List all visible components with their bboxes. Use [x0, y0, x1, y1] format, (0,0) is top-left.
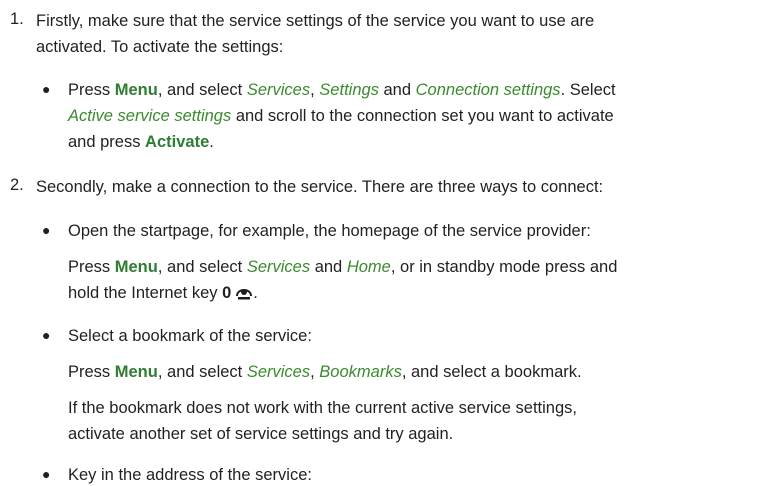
step1-bullet-line3: and press Activate. — [68, 133, 214, 151]
option-connection-settings: Connection settings — [415, 81, 561, 99]
step2-bullet2-note1: If the bookmark does not work with the c… — [68, 399, 577, 417]
step-number: 2. — [10, 176, 24, 194]
step1-bullet-line1: Press Menu, and select Services, Setting… — [68, 81, 616, 99]
internet-globe-icon — [235, 285, 253, 307]
step2-bullet1-line2: hold the Internet key 0. — [68, 282, 258, 307]
menu-key-label: Menu — [114, 363, 158, 381]
option-bookmarks: Bookmarks — [319, 363, 402, 381]
menu-key-label: Menu — [114, 258, 158, 276]
bullet-dot-icon: ● — [42, 466, 51, 482]
activate-key-label: Activate — [145, 133, 210, 151]
step2-bullet2-text: Select a bookmark of the service: — [68, 327, 312, 345]
option-services: Services — [246, 258, 311, 276]
bullet-dot-icon: ● — [42, 327, 51, 343]
menu-key-label: Menu — [114, 81, 158, 99]
step2-bullet1-line1: Press Menu, and select Services and Home… — [68, 258, 618, 276]
bullet-dot-icon: ● — [42, 222, 51, 238]
step2-bullet2-note2: activate another set of service settings… — [68, 425, 454, 443]
step1-bullet-line2: Active service settings and scroll to th… — [68, 107, 614, 125]
step2-bullet1-text: Open the startpage, for example, the hom… — [68, 222, 591, 240]
option-services: Services — [246, 81, 311, 99]
option-home: Home — [346, 258, 391, 276]
bullet-dot-icon: ● — [42, 81, 51, 97]
option-services: Services — [246, 363, 311, 381]
option-active-service-settings: Active service settings — [68, 107, 232, 125]
step2-line1: Secondly, make a connection to the servi… — [36, 178, 604, 196]
step1-line2: activated. To activate the settings: — [36, 38, 284, 56]
option-settings: Settings — [319, 81, 379, 99]
step2-bullet2-line1: Press Menu, and select Services, Bookmar… — [68, 363, 582, 381]
step-number: 1. — [10, 10, 24, 28]
key-zero: 0 — [222, 284, 232, 302]
step1-line1: Firstly, make sure that the service sett… — [36, 12, 595, 30]
step2-bullet3-text: Key in the address of the service: — [68, 466, 312, 484]
document-page: 1. Firstly, make sure that the service s… — [0, 0, 761, 484]
